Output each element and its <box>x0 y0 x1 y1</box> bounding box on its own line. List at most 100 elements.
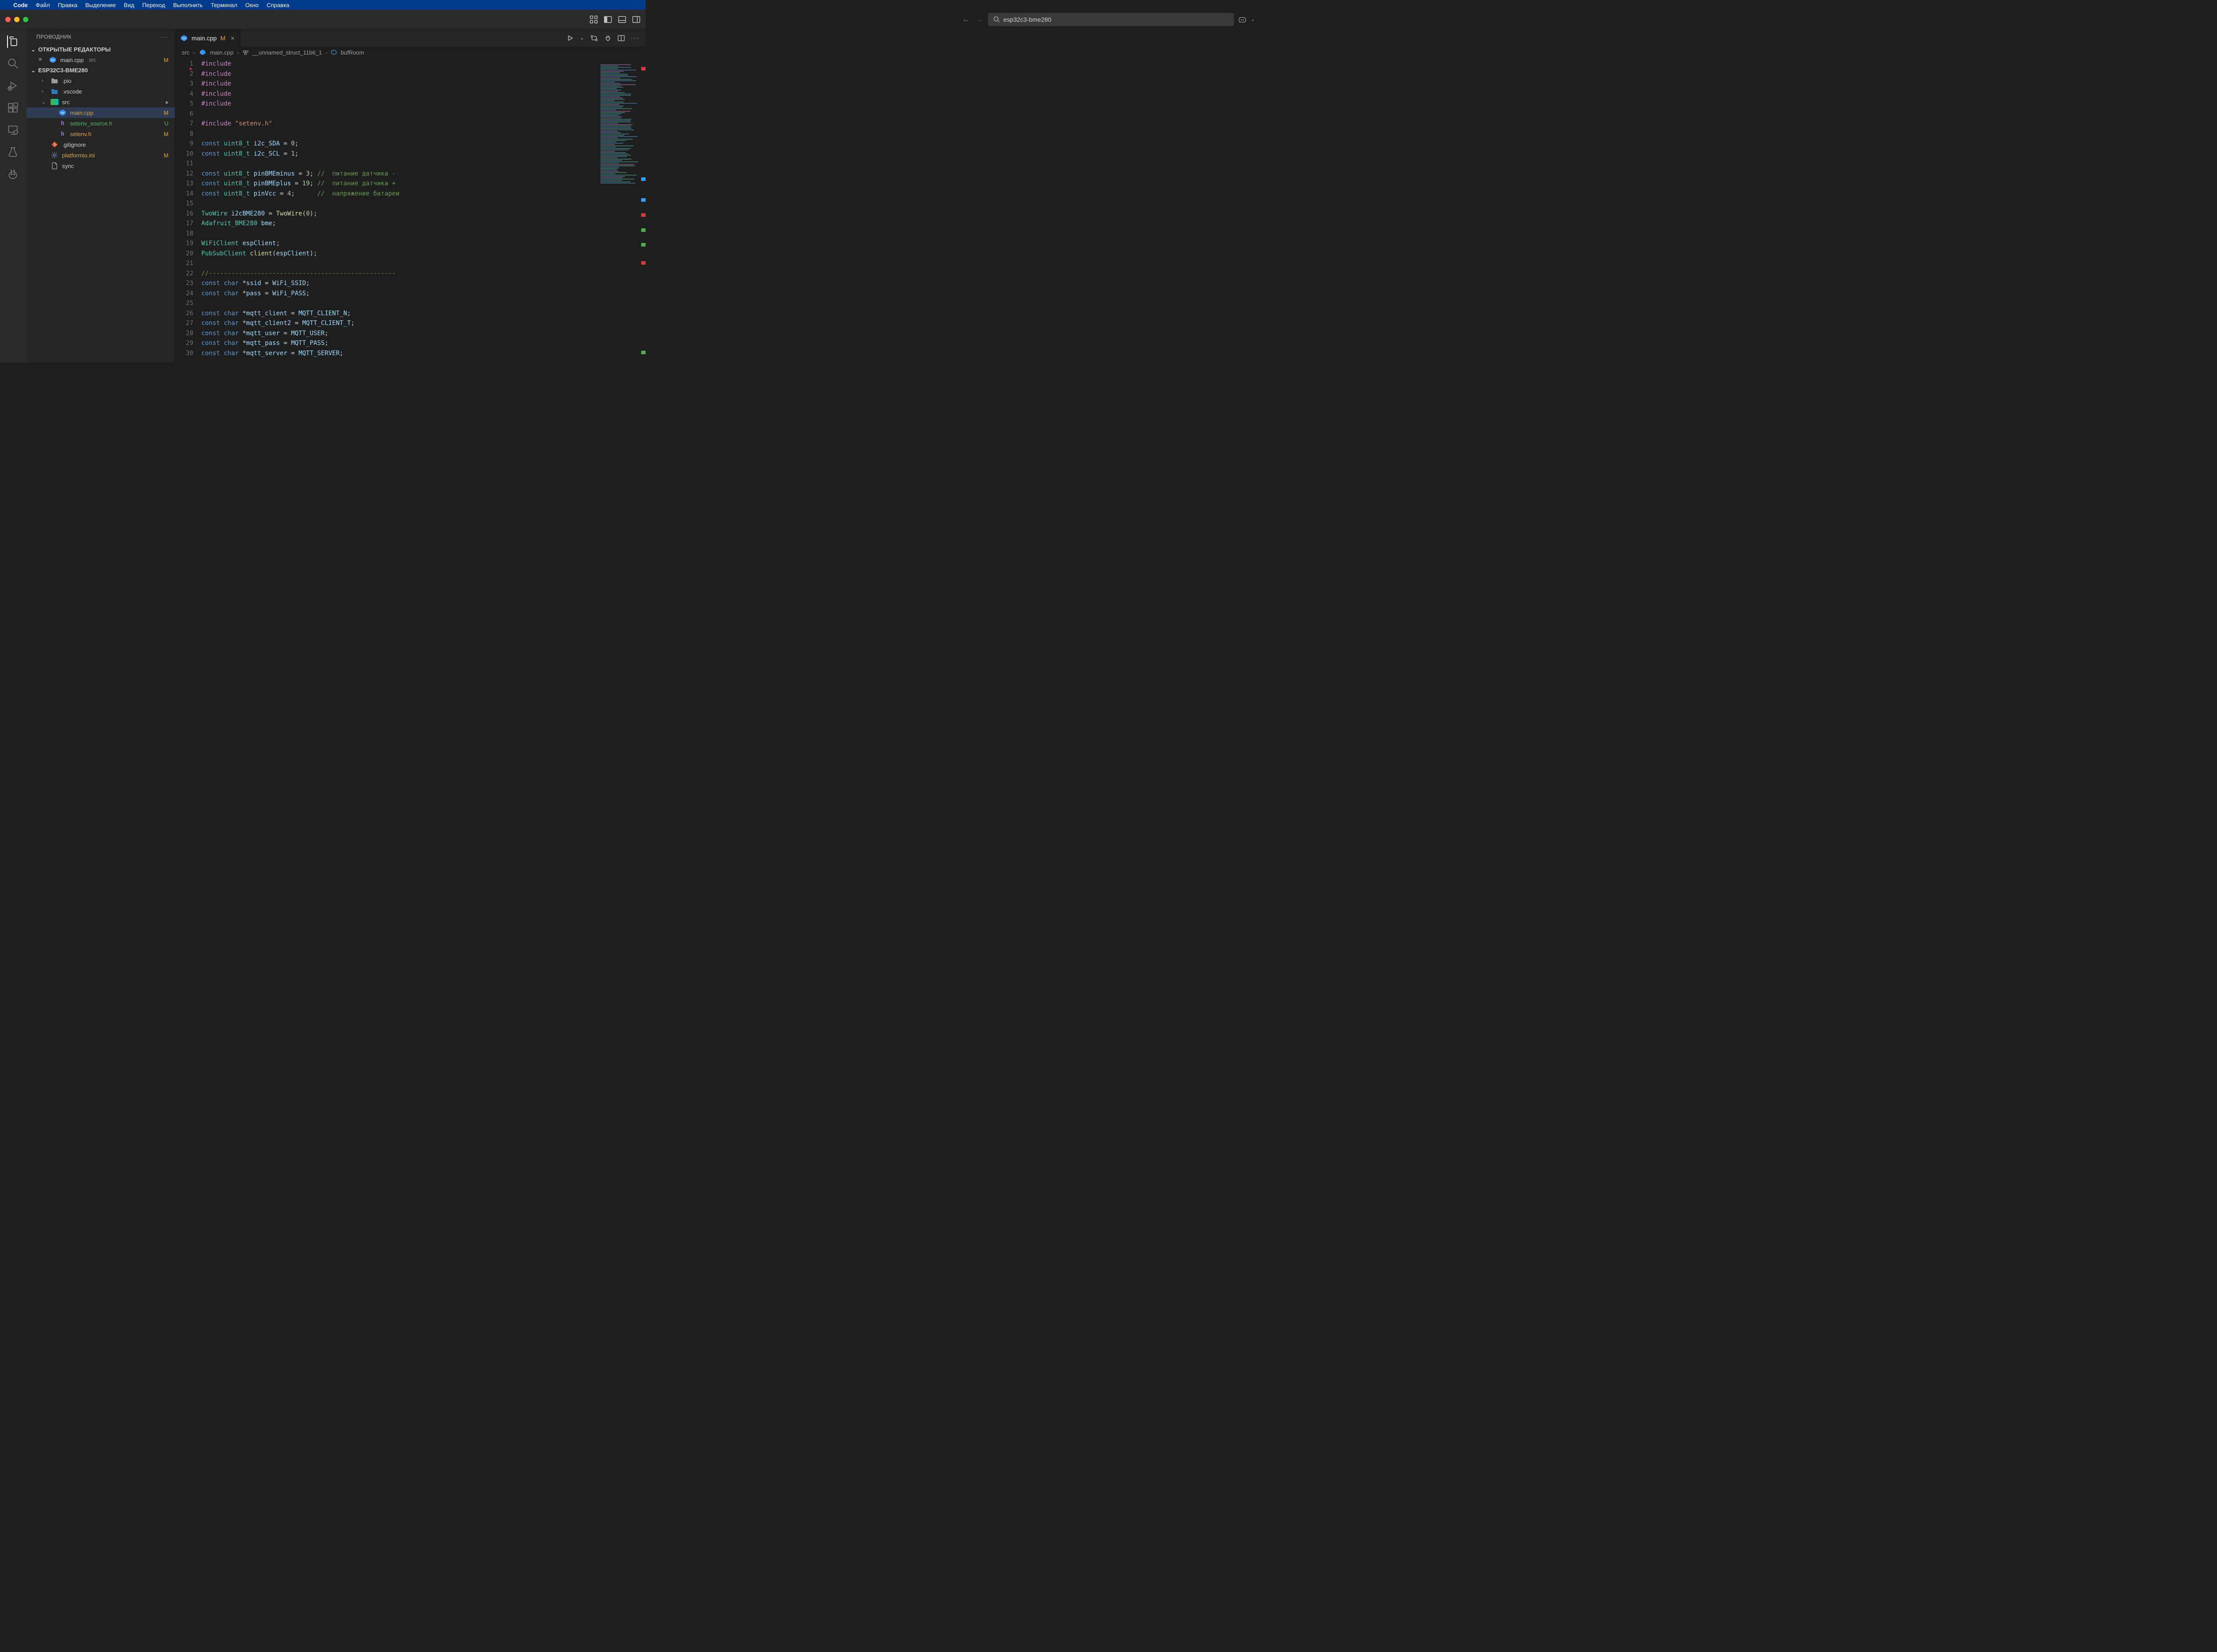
chevron-down-icon[interactable]: ⌄ <box>1251 16 1255 22</box>
extensions-icon[interactable] <box>7 102 20 114</box>
field-icon <box>331 49 337 55</box>
menu-терминал[interactable]: Терминал <box>211 2 237 8</box>
command-center[interactable]: esp32c3-bme280 <box>988 13 1234 26</box>
tree-item-setenv-h[interactable]: hsetenv.hM <box>27 129 175 139</box>
breadcrumb-item[interactable]: src <box>182 49 189 56</box>
git-status-badge: M <box>164 152 168 159</box>
menu-справка[interactable]: Справка <box>266 2 289 8</box>
close-icon[interactable]: × <box>38 56 45 64</box>
file-name: main.cpp <box>70 110 94 116</box>
git-status-badge: M <box>164 57 168 63</box>
git-status-badge: M <box>220 35 226 42</box>
struct-icon <box>243 49 249 55</box>
panel-bottom-icon[interactable] <box>618 16 626 23</box>
close-icon[interactable]: × <box>231 35 234 42</box>
chevron-right-icon: › <box>325 49 327 56</box>
code-content[interactable]: #include #include #include #include #inc… <box>201 58 646 363</box>
menu-файл[interactable]: Файл <box>36 2 50 8</box>
git-icon <box>51 141 59 149</box>
breadcrumb-item[interactable]: main.cpp <box>210 49 234 56</box>
more-icon[interactable]: ··· <box>631 35 639 41</box>
tree-item--gitignore[interactable]: .gitignore <box>27 139 175 150</box>
scroll-markers <box>641 64 646 363</box>
chevron-down-icon: ⌄ <box>31 47 35 53</box>
menu-правка[interactable]: Правка <box>58 2 77 8</box>
copilot-icon[interactable] <box>1238 16 1246 23</box>
breadcrumb-item[interactable]: __unnamed_struct_11b6_1 <box>252 49 322 56</box>
close-window-icon[interactable] <box>5 17 11 22</box>
chevron-down-icon[interactable]: ⌄ <box>580 35 584 41</box>
code-area[interactable]: ▶ 12345678910111213141516171819202122232… <box>175 58 646 363</box>
tree-item-platformio-ini[interactable]: platformio.iniM <box>27 150 175 161</box>
split-editor-icon[interactable] <box>618 35 625 42</box>
remote-icon[interactable] <box>7 124 20 137</box>
file-icon <box>51 162 59 170</box>
scroll-marker <box>641 213 646 217</box>
command-center-text: esp32c3-bme280 <box>1003 16 1051 23</box>
tab-main-cpp[interactable]: ++ main.cpp M × <box>175 29 240 47</box>
tab-label: main.cpp <box>192 35 217 42</box>
layout-grid-icon[interactable] <box>590 16 598 23</box>
nav-forward-icon[interactable]: → <box>975 15 983 24</box>
project-section[interactable]: ⌄ ESP32C3-BME280 <box>27 65 175 75</box>
tree-item-src[interactable]: ⌄src● <box>27 97 175 107</box>
scroll-marker <box>641 198 646 202</box>
menu-вид[interactable]: Вид <box>124 2 134 8</box>
plug-icon[interactable] <box>604 35 611 42</box>
nav-back-icon[interactable]: ← <box>962 15 970 24</box>
file-name: main.cpp <box>60 57 84 63</box>
breadcrumb-item[interactable]: bufRoom <box>341 49 364 56</box>
debug-icon[interactable] <box>7 80 20 92</box>
chevron-down-icon: ⌄ <box>31 67 35 74</box>
git-status-badge: U <box>165 120 168 127</box>
window-controls <box>5 17 28 22</box>
editor: ++ main.cpp M × ⌄ ··· <box>175 29 646 363</box>
tree-item-sync[interactable]: sync <box>27 161 175 171</box>
macos-menubar[interactable]: Code Файл Правка Выделение Вид Переход Выполни… <box>0 0 646 10</box>
minimap[interactable] <box>599 64 646 363</box>
file-tree: ›.pio›.vscode⌄src●++main.cppMhsetenv_sou… <box>27 75 175 171</box>
platformio-icon[interactable] <box>7 168 20 181</box>
titlebar: ← → esp32c3-bme280 ⌄ <box>0 10 646 29</box>
tree-item-setenv_source-h[interactable]: hsetenv_source.hU <box>27 118 175 129</box>
file-name: sync <box>62 163 74 169</box>
cpp-icon: ++ <box>49 56 57 64</box>
search-icon <box>993 16 1000 23</box>
run-icon[interactable] <box>567 35 574 42</box>
chevron-right-icon: › <box>193 49 195 56</box>
breadcrumb[interactable]: src › main.cpp › __unnamed_struct_11b6_1… <box>175 47 646 58</box>
tree-item--pio[interactable]: ›.pio <box>27 75 175 86</box>
line-gutter: ▶ 12345678910111213141516171819202122232… <box>175 58 201 363</box>
file-name: setenv_source.h <box>70 120 112 127</box>
error-marker-icon: ▶ <box>190 64 192 74</box>
cpp-icon: ++ <box>59 109 67 117</box>
maximize-window-icon[interactable] <box>23 17 28 22</box>
sidebar: ПРОВОДНИК ··· ⌄ ОТКРЫТЫЕ РЕДАКТОРЫ × ++ … <box>27 29 175 363</box>
scroll-marker <box>641 228 646 232</box>
svg-text:++: ++ <box>61 112 64 115</box>
panel-left-icon[interactable] <box>604 16 612 23</box>
menu-переход[interactable]: Переход <box>142 2 165 8</box>
menu-выполнить[interactable]: Выполнить <box>173 2 203 8</box>
compare-icon[interactable] <box>590 35 598 42</box>
open-editors-section[interactable]: ⌄ ОТКРЫТЫЕ РЕДАКТОРЫ <box>27 44 175 55</box>
minimize-window-icon[interactable] <box>14 17 20 22</box>
open-editor-item[interactable]: × ++ main.cpp src M <box>27 55 175 65</box>
menu-code[interactable]: Code <box>13 2 28 8</box>
tree-item-main-cpp[interactable]: ++main.cppM <box>27 107 175 118</box>
file-name: setenv.h <box>70 131 91 137</box>
panel-right-icon[interactable] <box>632 16 640 23</box>
scroll-marker <box>641 261 646 265</box>
file-name: .pio <box>62 78 71 84</box>
svg-text:++: ++ <box>182 37 186 40</box>
project-label: ESP32C3-BME280 <box>38 67 88 74</box>
cpp-icon: ++ <box>180 34 188 42</box>
tree-item--vscode[interactable]: ›.vscode <box>27 86 175 97</box>
menu-окно[interactable]: Окно <box>245 2 259 8</box>
explorer-icon[interactable] <box>7 35 20 48</box>
search-bar-icon[interactable] <box>7 58 20 70</box>
file-name: .gitignore <box>62 141 86 148</box>
testing-icon[interactable] <box>7 146 20 159</box>
menu-выделение[interactable]: Выделение <box>85 2 116 8</box>
more-icon[interactable]: ··· <box>161 34 168 40</box>
